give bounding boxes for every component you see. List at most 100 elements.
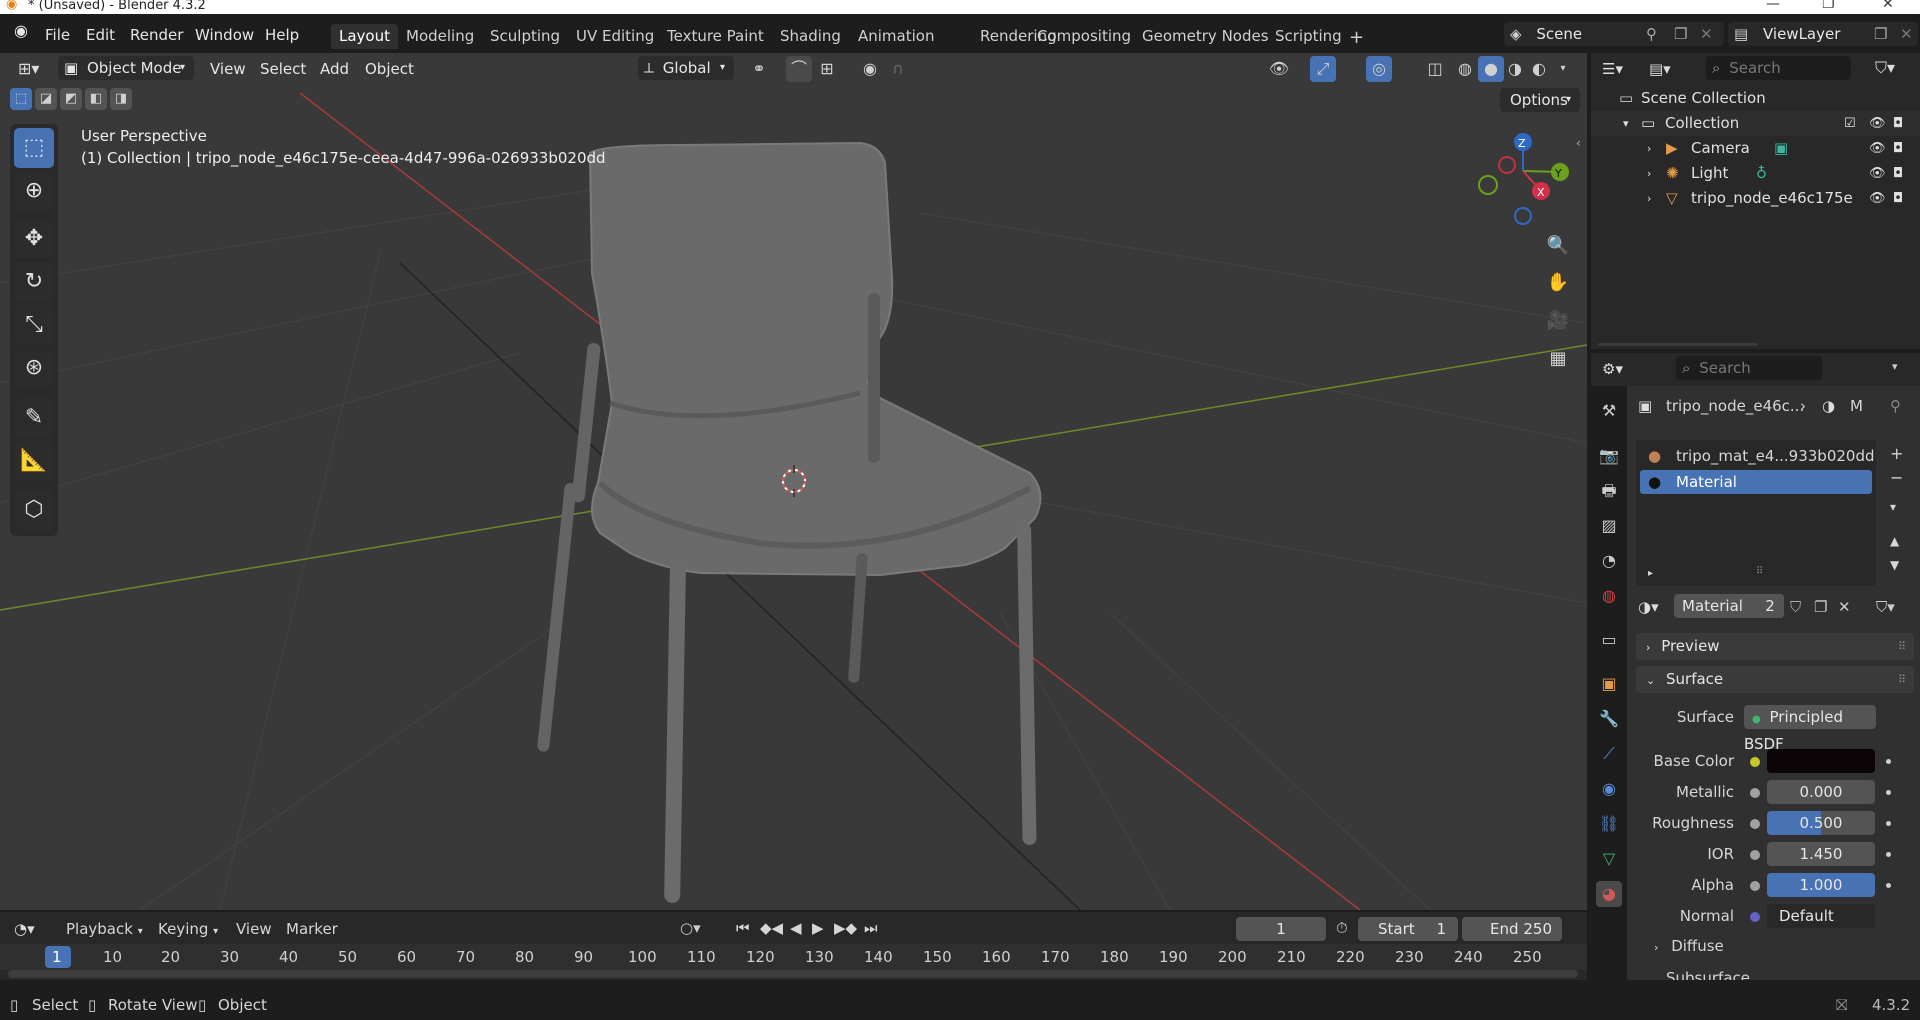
visibility-icon[interactable]: 👁: [1266, 56, 1292, 82]
select-subtract-icon[interactable]: ◩: [60, 88, 82, 110]
cursor-tool-icon[interactable]: ⊕: [14, 171, 54, 211]
shading-options-icon[interactable]: ▾: [1550, 56, 1576, 82]
checkbox-icon[interactable]: ☑: [1844, 111, 1856, 136]
camera-render-icon[interactable]: ◘: [1893, 111, 1903, 136]
tab-modeling[interactable]: Modeling: [398, 24, 482, 49]
base-color-swatch[interactable]: [1767, 749, 1875, 773]
eye-icon[interactable]: 👁: [1869, 161, 1886, 186]
properties-search[interactable]: ⌕ Search: [1676, 356, 1822, 380]
timeline-view-menu[interactable]: View: [236, 920, 272, 938]
zoom-icon[interactable]: 🔍: [1542, 230, 1574, 262]
3d-viewport[interactable]: Z Y X: [0, 53, 1587, 910]
resize-handle-icon[interactable]: ⠿: [1756, 566, 1763, 577]
tab-compositing[interactable]: Compositing: [1029, 24, 1139, 49]
tab-texture-paint[interactable]: Texture Paint: [659, 24, 772, 49]
preview-panel-header[interactable]: › Preview ⠿: [1636, 633, 1914, 660]
delete-viewlayer-icon[interactable]: ✕: [1900, 22, 1913, 46]
filter-icon[interactable]: ⛉▾: [1876, 598, 1895, 616]
rotate-tool-icon[interactable]: ↻: [14, 262, 54, 302]
add-slot-icon[interactable]: +: [1890, 444, 1903, 463]
ior-field[interactable]: 1.450: [1767, 842, 1875, 866]
mode-selector[interactable]: ▣ Object Mode ▾: [58, 56, 194, 80]
close-icon[interactable]: ✕: [1882, 0, 1894, 11]
normal-field[interactable]: Default: [1767, 904, 1875, 928]
pin-icon[interactable]: ⚲: [1646, 22, 1657, 46]
outliner-item-camera[interactable]: › ▶ Camera ▣ 👁 ◘: [1591, 136, 1920, 161]
restore-icon[interactable]: ❐: [1822, 0, 1835, 11]
ortho-toggle-icon[interactable]: ▦: [1542, 343, 1574, 375]
scene-tab-icon[interactable]: ◔: [1596, 548, 1622, 574]
menu-file[interactable]: File: [45, 26, 70, 44]
fake-user-icon[interactable]: ⛉: [1790, 598, 1801, 616]
viewlayer-selector[interactable]: ▤ ViewLayer ❐ ✕: [1728, 22, 1918, 46]
tab-shading[interactable]: Shading: [772, 24, 849, 49]
delete-scene-icon[interactable]: ✕: [1700, 22, 1713, 46]
play-icon[interactable]: ▶: [812, 919, 824, 937]
minimize-icon[interactable]: —: [1766, 0, 1780, 11]
editor-type-icon[interactable]: ⊞▾: [18, 59, 39, 78]
material-shading-icon[interactable]: ◑: [1502, 56, 1528, 82]
expand-arrow-icon[interactable]: ›: [1647, 136, 1651, 161]
move-tool-icon[interactable]: ✥: [14, 219, 54, 259]
world-tab-icon[interactable]: ◍: [1596, 583, 1622, 609]
menu-add[interactable]: Add: [320, 60, 349, 78]
material-browse-icon[interactable]: ◑▾: [1638, 598, 1659, 616]
drag-handle-icon[interactable]: ⠿: [1898, 666, 1906, 693]
slot-specials-icon[interactable]: ▾: [1890, 500, 1896, 514]
annotate-tool-icon[interactable]: ✎: [14, 398, 54, 438]
keyframe-dot-icon[interactable]: [1886, 883, 1891, 888]
rendered-shading-icon[interactable]: ◐: [1526, 56, 1552, 82]
remove-slot-icon[interactable]: −: [1890, 468, 1903, 487]
material-users-count[interactable]: 2: [1756, 594, 1784, 618]
camera-render-icon[interactable]: ◘: [1893, 186, 1903, 211]
filter-icon[interactable]: ⛉▾: [1875, 58, 1895, 78]
end-frame-field[interactable]: End 250: [1462, 917, 1562, 941]
unlink-icon[interactable]: ✕: [1838, 598, 1851, 616]
auto-keying-icon[interactable]: ○▾: [680, 919, 701, 937]
expand-arrow-icon[interactable]: ›: [1647, 186, 1651, 211]
tab-scripting[interactable]: Scripting: [1267, 24, 1350, 49]
options-dropdown[interactable]: Options ▾: [1500, 88, 1580, 112]
add-workspace-icon[interactable]: +: [1349, 27, 1364, 48]
snap-icon[interactable]: ⌒: [786, 56, 812, 82]
surface-shader-field[interactable]: ● Principled BSDF: [1744, 705, 1876, 753]
outliner-search[interactable]: ⌕ Search: [1706, 56, 1851, 80]
solid-shading-icon[interactable]: ●: [1478, 56, 1504, 82]
move-down-icon[interactable]: ▼: [1890, 558, 1899, 572]
blender-menu-icon[interactable]: ◉: [14, 21, 28, 40]
drag-handle-icon[interactable]: ⠿: [1898, 633, 1906, 660]
menu-window[interactable]: Window: [195, 26, 254, 44]
physics-tab-icon[interactable]: ◉: [1596, 776, 1622, 802]
add-cube-tool-icon[interactable]: ⬡: [14, 490, 54, 530]
keyframe-dot-icon[interactable]: [1886, 852, 1891, 857]
alpha-field[interactable]: 1.000: [1767, 873, 1875, 897]
camera-view-icon[interactable]: 🎥: [1542, 305, 1574, 337]
output-tab-icon[interactable]: 🖶: [1596, 478, 1622, 504]
expand-arrow-icon[interactable]: ▾: [1623, 111, 1629, 136]
new-viewlayer-icon[interactable]: ❐: [1874, 22, 1887, 46]
color-socket-icon[interactable]: [1750, 757, 1760, 767]
camera-render-icon[interactable]: ◘: [1893, 136, 1903, 161]
outliner-editor-icon[interactable]: ☰▾: [1602, 60, 1623, 78]
tab-sculpting[interactable]: Sculpting: [482, 24, 568, 49]
pivot-icon[interactable]: ⚭: [746, 56, 772, 82]
collection-tab-icon[interactable]: ▭: [1596, 627, 1622, 653]
scene-selector[interactable]: ◈ Scene ⚲ ❐ ✕: [1504, 22, 1724, 46]
constraints-tab-icon[interactable]: ⛓: [1596, 811, 1622, 837]
menu-help[interactable]: Help: [265, 26, 299, 44]
move-up-icon[interactable]: ▲: [1890, 534, 1899, 548]
sidebar-toggle-icon[interactable]: ‹: [1576, 136, 1581, 150]
preview-range-icon[interactable]: ⏱: [1336, 919, 1348, 937]
diffuse-subpanel[interactable]: › Diffuse: [1636, 934, 1914, 958]
snap-target-icon[interactable]: ⊞: [814, 56, 840, 82]
current-frame-field[interactable]: 1: [1236, 917, 1326, 941]
tab-animation[interactable]: Animation: [850, 24, 942, 49]
material-slot-item[interactable]: ● tripo_mat_e4...933b020dd: [1640, 444, 1875, 468]
tab-uv-editing[interactable]: UV Editing: [568, 24, 662, 49]
menu-select[interactable]: Select: [260, 60, 306, 78]
outliner-item-light[interactable]: › ✺ Light ♁ 👁 ◘: [1591, 161, 1920, 186]
new-scene-icon[interactable]: ❐: [1674, 22, 1687, 46]
outliner-scrollbar[interactable]: [1598, 343, 1758, 346]
jump-start-icon[interactable]: ⏮: [736, 919, 750, 937]
transform-orientation[interactable]: ⟂ Global ▾: [638, 56, 734, 80]
